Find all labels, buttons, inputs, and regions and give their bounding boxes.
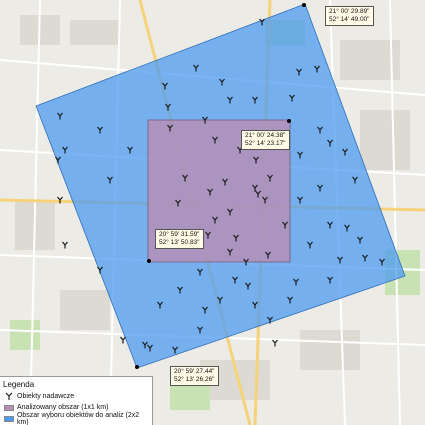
legend-label: Obszar wyboru obiektów do analiz (2x2 km… <box>16 411 140 425</box>
coord-label-inner-bottom: 20° 59' 31.59" 52° 13' 50.83" <box>155 229 204 249</box>
legend-title: Legenda <box>3 380 35 389</box>
legend-label: Analizowany obszar (1x1 km) <box>17 404 109 411</box>
corner-point-inner-top <box>287 119 291 123</box>
legend-label: Obiekty nadawcze <box>17 393 75 400</box>
coord-label-inner-top: 21° 00' 24.38" 52° 14' 23.17" <box>241 130 290 150</box>
corner-point-outer-bottom <box>135 365 139 369</box>
legend-item-selection-area: Obszar wyboru obiektów do analiz (2x2 km… <box>4 411 152 425</box>
antenna-icon <box>4 392 14 402</box>
coord-lon: 21° 00' 24.38" <box>245 132 286 139</box>
map-canvas <box>0 0 425 425</box>
map-legend: Legenda Obiekty nadawcze Analizowany obs… <box>0 376 153 425</box>
coord-lat: 52° 14' 49.00" <box>329 16 370 23</box>
map-figure: 21° 00' 29.89" 52° 14' 49.00" 21° 00' 24… <box>0 0 425 425</box>
coord-lat: 52° 13' 26.26" <box>174 376 215 383</box>
corner-point-outer-top <box>302 3 306 7</box>
corner-point-inner-bottom <box>147 259 151 263</box>
coord-lat: 52° 13' 50.83" <box>159 239 200 246</box>
legend-swatch <box>4 404 14 411</box>
coord-lon: 21° 00' 29.89" <box>329 8 370 15</box>
coord-lat: 52° 14' 23.17" <box>245 140 286 147</box>
coord-lon: 20° 59' 27.44" <box>174 368 215 375</box>
coord-label-outer-top: 21° 00' 29.89" 52° 14' 49.00" <box>325 6 374 26</box>
coord-label-outer-bottom: 20° 59' 27.44" 52° 13' 26.26" <box>170 366 219 386</box>
legend-item-transmitters: Obiekty nadawcze <box>4 392 74 401</box>
legend-swatch <box>4 415 14 422</box>
coord-lon: 20° 59' 31.59" <box>159 231 200 238</box>
